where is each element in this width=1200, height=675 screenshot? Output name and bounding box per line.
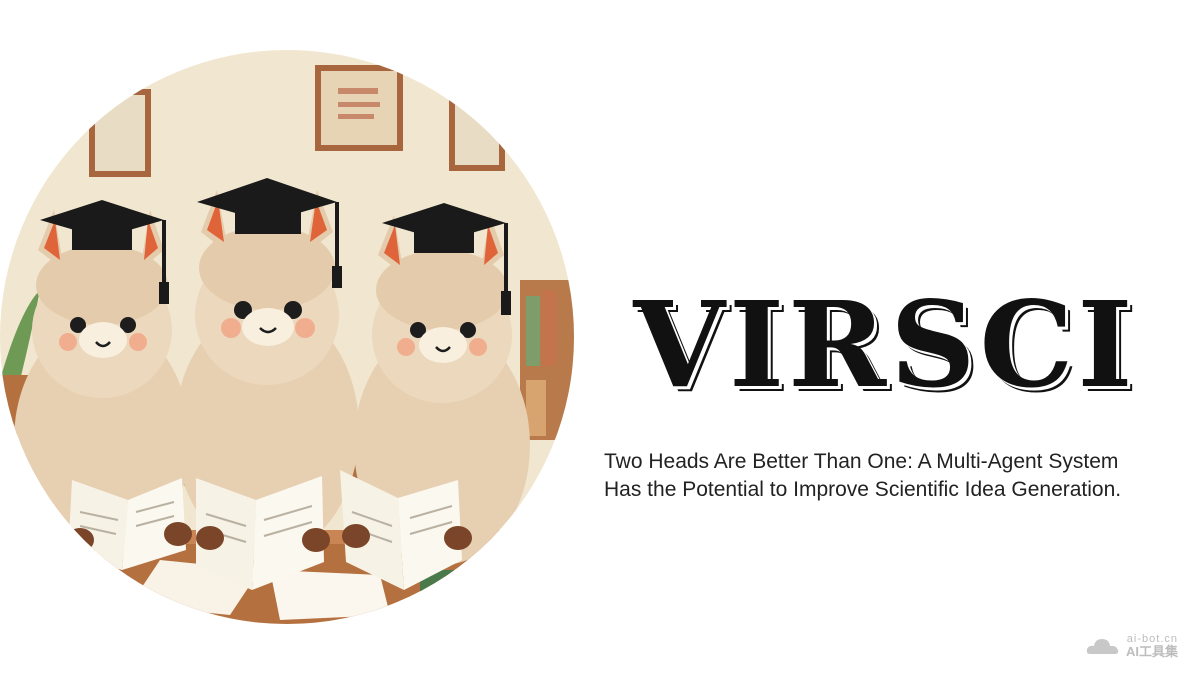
subtitle: Two Heads Are Better Than One: A Multi-A… bbox=[604, 448, 1174, 504]
subtitle-line-1: Two Heads Are Better Than One: A Multi-A… bbox=[604, 450, 1119, 473]
subtitle-line-2: Has the Potential to Improve Scientific … bbox=[604, 478, 1122, 501]
wall-frame bbox=[315, 65, 403, 151]
page-title: VIRSCI bbox=[633, 275, 1137, 414]
watermark-url: ai-bot.cn bbox=[1126, 632, 1178, 645]
watermark-name: AI工具集 bbox=[1125, 643, 1178, 659]
cloud-logo-icon bbox=[1086, 638, 1119, 654]
watermark: ai-bot.cn AI工具集 bbox=[1086, 633, 1178, 659]
llama-illustration bbox=[0, 50, 574, 624]
